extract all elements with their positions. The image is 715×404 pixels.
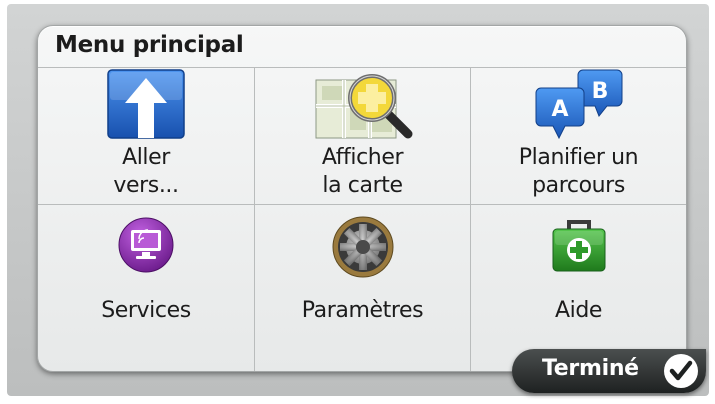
monitor-icon [118,217,174,273]
menu-item-aller-vers[interactable]: Aller vers... [38,67,254,204]
menu-item-label: Aller vers... [113,145,179,198]
menu-item-afficher-carte[interactable]: Afficher la carte [254,67,470,204]
svg-text:A: A [551,97,568,122]
menu-item-aide[interactable]: Aide [470,204,686,371]
done-button-label: Terminé [542,356,639,381]
menu-item-label: Aide [554,298,603,323]
arrow-up-icon [107,69,185,139]
menu-item-label: Paramètres [301,298,424,323]
svg-text:B: B [591,79,608,104]
menu-item-label: Afficher la carte [321,145,404,198]
menu-item-label: Services [101,298,191,323]
menu-item-services[interactable]: Services [38,204,254,371]
menu-item-planifier-parcours[interactable]: B A Planifier un parcours [470,67,686,204]
main-menu-panel: Menu principal Aller vers... Afficher la… [37,25,687,372]
menu-item-label: Planifier un parcours [518,145,639,198]
route-ab-icon: B A [535,69,622,140]
menu-item-parametres[interactable]: Paramètres [254,204,470,371]
map-magnifier-icon [315,74,412,139]
menu-grid: Aller vers... Afficher la carte B A Plan… [38,67,686,371]
checkmark-icon [664,354,698,388]
first-aid-kit-icon [552,220,605,272]
done-button[interactable]: Terminé [512,349,706,393]
page-title: Menu principal [55,32,244,58]
gear-icon [332,216,393,278]
